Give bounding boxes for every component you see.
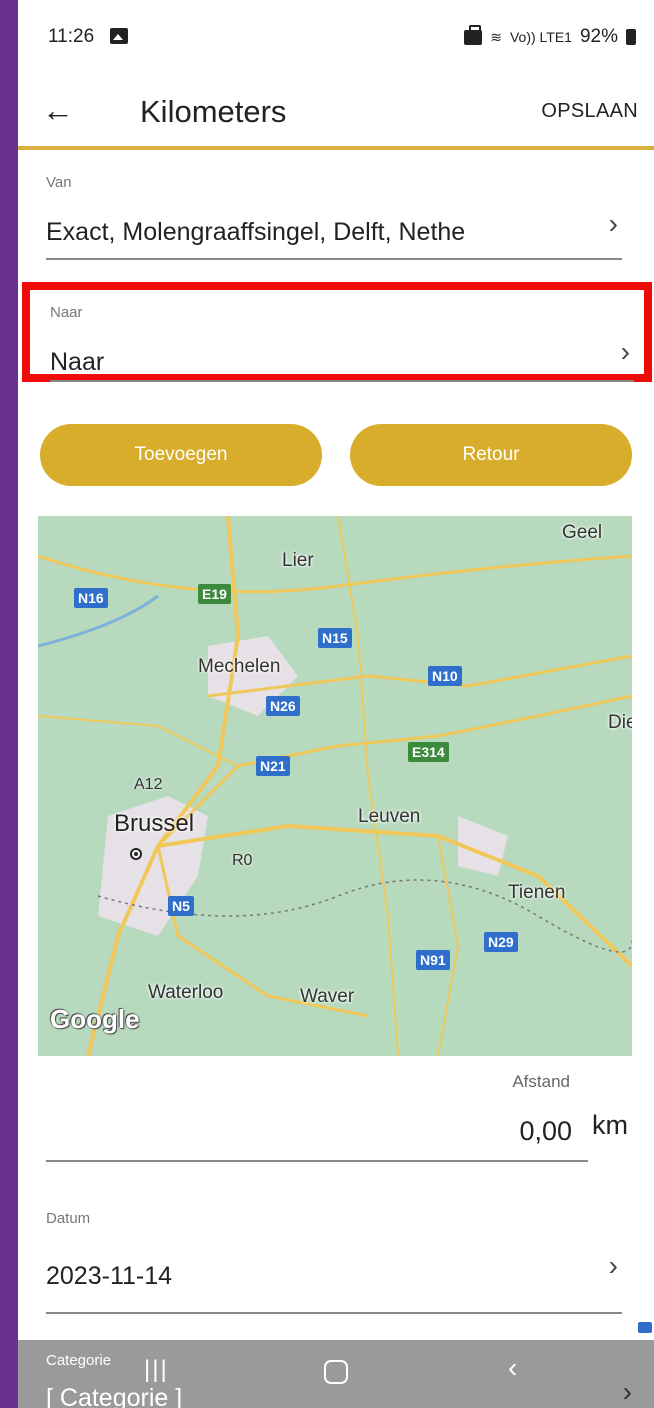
datum-value: 2023-11-14 [46,1262,173,1290]
categorie-value[interactable]: [ Categorie ] [46,1384,182,1408]
battery-icon [626,29,636,45]
datum-field[interactable]: Datum 2023-11-14 › [46,1210,622,1314]
road-shield: N91 [416,950,450,970]
road-shield: N16 [74,588,108,608]
home-icon[interactable] [324,1360,348,1384]
van-label: Van [46,174,72,191]
road-shield: E19 [198,584,231,604]
gallery-icon [110,28,128,44]
van-field[interactable]: Van Exact, Molengraaffsingel, Delft, Net… [46,168,622,260]
road-shield: N5 [168,896,194,916]
map-roads [38,516,632,1056]
map-view[interactable]: Geel Lier Mechelen Dies Brussel Leuven T… [38,516,632,1056]
road-shield: N26 [266,696,300,716]
afstand-label: Afstand [512,1072,570,1091]
google-logo: Google [50,1004,140,1034]
road-shield: N10 [428,666,462,686]
app-bar: ← Kilometers OPSLAAN [18,70,654,150]
map-label-waver: Waver [300,986,355,1007]
naar-field[interactable]: Naar Naar › [50,298,634,382]
road-shield: N15 [318,628,352,648]
location-pin-icon [130,848,142,860]
status-bar: 11:26 ≋ Vo)) LTE1 92% [18,0,654,70]
map-label-mechelen: Mechelen [198,656,281,677]
road-shield: N29 [484,932,518,952]
toevoegen-button[interactable]: Toevoegen [40,424,322,486]
map-label-waterloo: Waterloo [148,982,224,1003]
chevron-right-icon: › [608,208,618,239]
datum-label: Datum [46,1210,91,1227]
van-value: Exact, Molengraaffsingel, Delft, Nethe [46,218,466,246]
back-nav-icon[interactable]: ‹ [508,1352,517,1384]
categorie-label: Categorie [46,1352,112,1369]
naar-highlight: Naar Naar › [22,282,652,382]
work-profile-icon [464,24,483,45]
map-label-dies: Dies [608,712,632,733]
phone-screen: 11:26 ≋ Vo)) LTE1 92% ← Kilometers OPSLA… [18,0,654,1408]
map-label-lier: Lier [282,550,314,571]
naar-value: Naar [50,348,105,376]
map-label-leuven: Leuven [358,806,421,827]
retour-button[interactable]: Retour [350,424,632,486]
map-label-brussel: Brussel [114,810,195,837]
naar-label: Naar [50,304,83,321]
chevron-right-icon: › [622,1376,632,1407]
chevron-right-icon: › [608,1250,618,1281]
road-label: A12 [134,776,163,793]
road-shield: N21 [256,756,290,776]
afstand-underline [46,1160,588,1162]
network-label: Vo)) LTE1 [509,29,572,45]
road-label: R0 [232,852,253,869]
status-time: 11:26 [48,26,95,47]
battery-percent: 92% [579,26,618,47]
status-right: ≋ Vo)) LTE1 92% [464,24,636,48]
afstand-unit: km [592,1110,628,1140]
road-shield: E314 [408,742,449,762]
wifi-icon: ≋ [490,28,502,45]
briefcase-icon [638,1322,652,1333]
page-title: Kilometers [140,94,287,129]
map-label-tienen: Tienen [508,882,566,903]
chevron-right-icon: › [620,336,630,367]
recents-icon[interactable]: ||| [144,1356,169,1384]
afstand-input[interactable]: 0,00 [519,1116,572,1147]
save-button[interactable]: OPSLAAN [541,100,638,123]
map-label-geel: Geel [562,522,603,543]
arrow-left-icon[interactable]: ← [42,92,74,129]
